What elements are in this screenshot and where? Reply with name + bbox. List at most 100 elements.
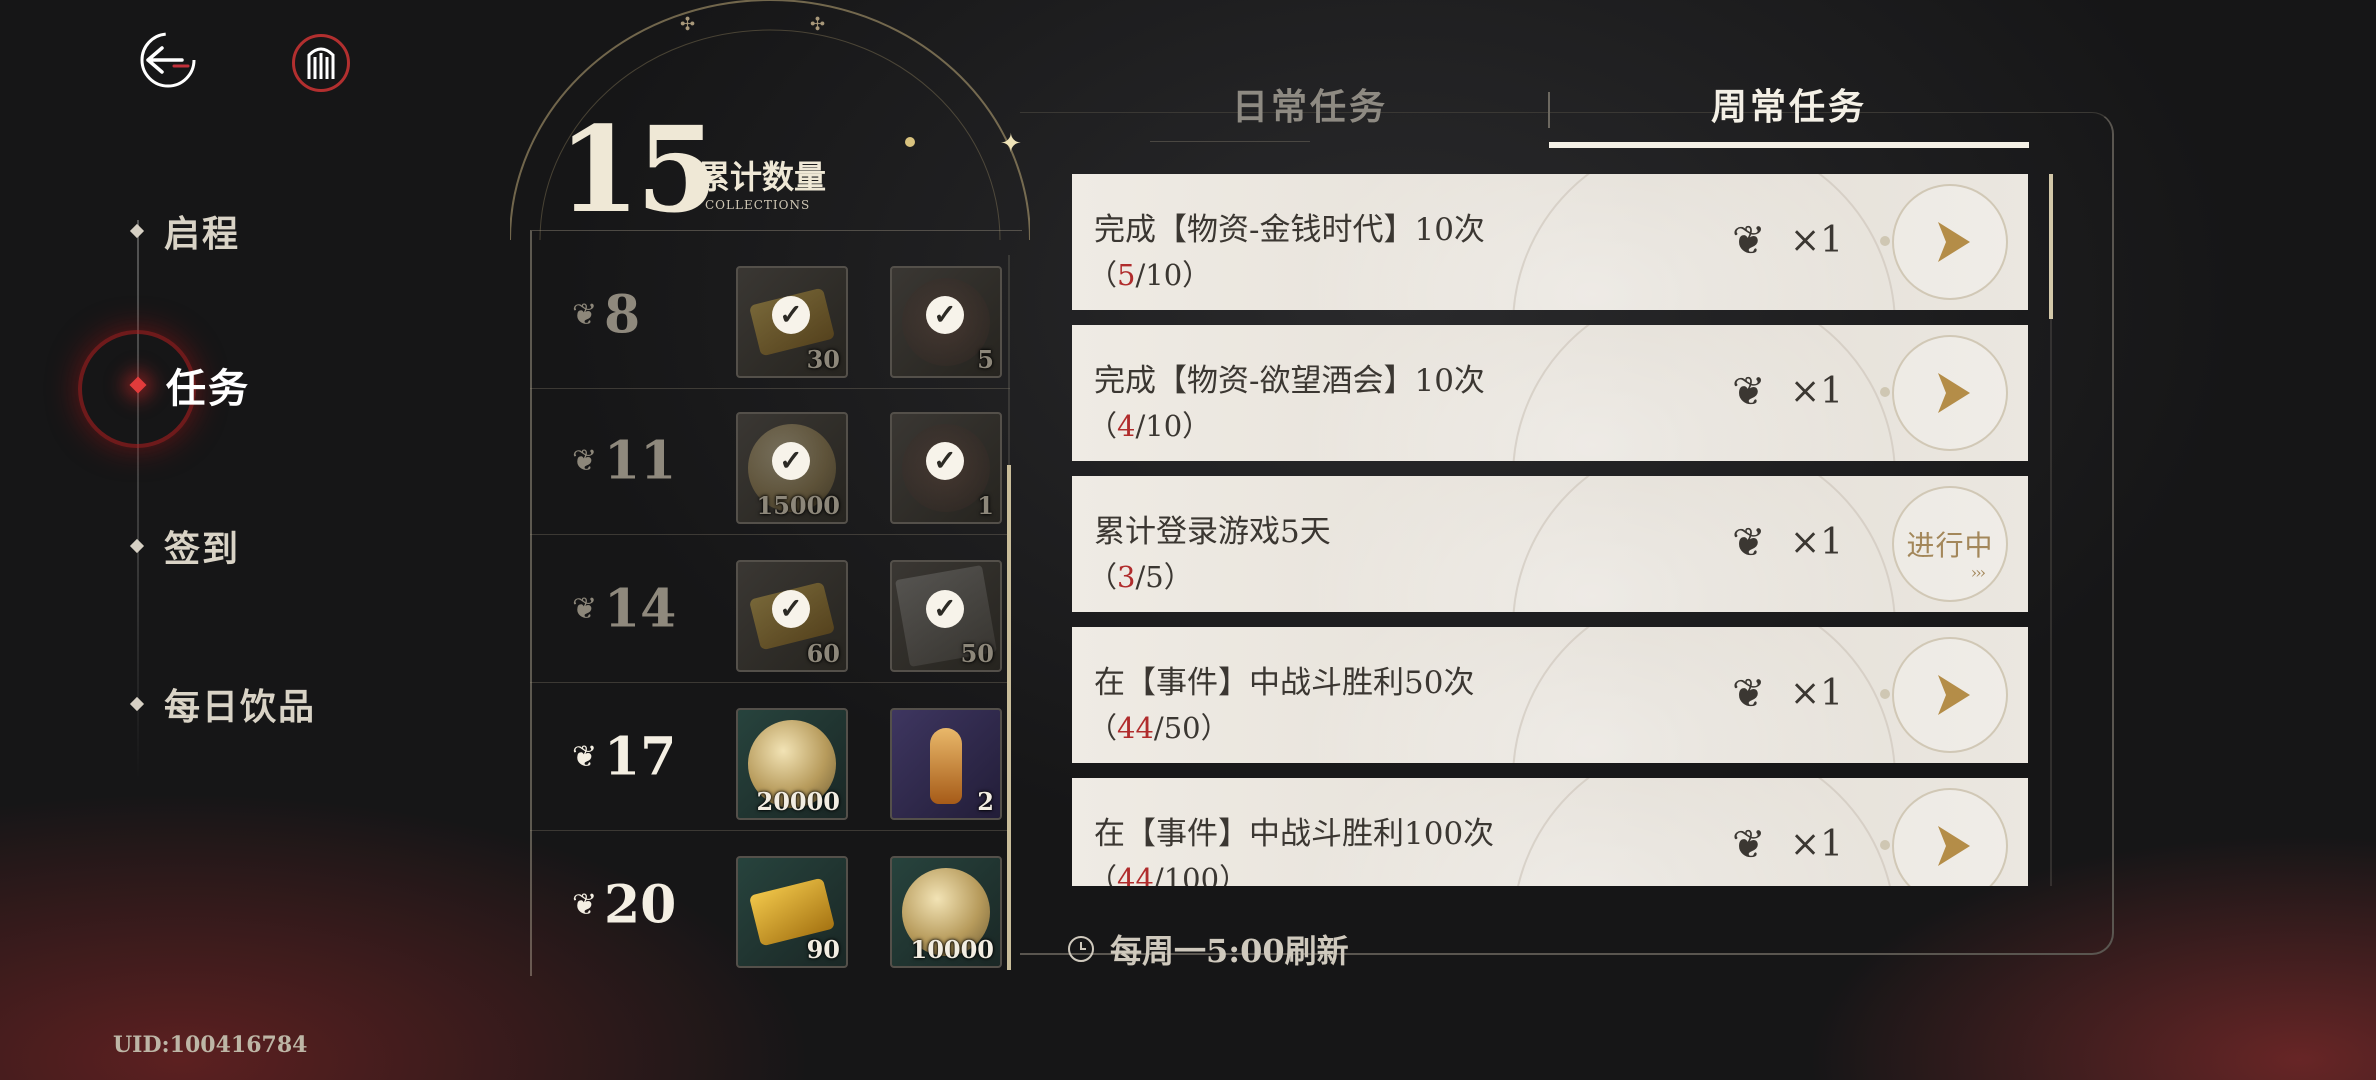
reward-slot[interactable]: ✓ 5 <box>890 266 1002 378</box>
lotus-icon: ❦ <box>572 591 598 627</box>
go-dot <box>1880 236 1890 246</box>
uid-label: UID:100416784 <box>113 1032 308 1058</box>
reward-slot[interactable]: ✓ 30 <box>736 266 848 378</box>
collection-panel: ✦ ✣ ✣ 15 累计数量 COLLECTIONS ❦ 8 ✓ 30 ✓ 5 ❦… <box>500 0 1030 976</box>
reward-slot[interactable]: 90 <box>736 856 848 968</box>
collection-count: 15 <box>558 100 718 239</box>
task-progress-current: 44 <box>1117 862 1154 886</box>
back-arrow-icon[interactable] <box>136 28 200 92</box>
reward-qty: 5 <box>977 345 994 374</box>
nav-item-checkin[interactable]: 签到 <box>128 520 240 572</box>
check-icon: ✓ <box>926 590 964 628</box>
nav-diamond-icon <box>129 538 145 554</box>
nav-item-journey[interactable]: 启程 <box>128 205 240 257</box>
svg-text:✦: ✦ <box>1000 129 1022 159</box>
lotus-token-icon: ❦ <box>1732 369 1766 415</box>
check-icon: ✓ <box>772 296 810 334</box>
nav-diamond-icon <box>129 696 145 712</box>
task-reward-qty: ×1 <box>1790 220 1844 261</box>
task-title: 完成【物资-金钱时代】10次 <box>1094 212 1485 248</box>
collection-sublabel: COLLECTIONS <box>705 198 811 212</box>
status-text: 进行中 <box>1906 529 1994 562</box>
task-card: 在【事件】中战斗胜利50次 （44/50） ❦ ×1 <box>1072 627 2028 763</box>
reward-slot[interactable]: ✓ 15000 <box>736 412 848 524</box>
check-icon: ✓ <box>926 442 964 480</box>
task-progress: （3/5） <box>1088 560 1193 594</box>
tab-weekly-tasks[interactable]: 周常任务 <box>1549 78 2029 130</box>
reward-qty: 15000 <box>756 491 841 520</box>
milestone-scrollbar-thumb[interactable] <box>1007 465 1011 970</box>
nav-label: 每日饮品 <box>164 686 317 728</box>
lotus-token-icon: ❦ <box>1732 218 1766 264</box>
task-progress-total: 50 <box>1163 711 1201 745</box>
go-button[interactable] <box>1892 788 2008 886</box>
task-card: 累计登录游戏5天 （3/5） ❦ ×1 进行中 ››› <box>1072 476 2028 612</box>
task-card: 完成【物资-欲望酒会】10次 （4/10） ❦ ×1 <box>1072 325 2028 461</box>
task-progress-current: 5 <box>1117 258 1136 292</box>
task-progress: （44/50） <box>1088 711 1230 745</box>
reward-slot[interactable]: ✓ 1 <box>890 412 1002 524</box>
tab-daily-tasks[interactable]: 日常任务 <box>1070 78 1550 130</box>
task-progress-total: 5 <box>1145 560 1164 594</box>
tab-daily-underline <box>1150 141 1310 142</box>
milestone-threshold: 11 <box>604 430 677 492</box>
reward-qty: 2 <box>977 787 994 816</box>
nav-item-tasks[interactable]: 任务 <box>128 356 250 414</box>
chevrons-icon: ››› <box>1970 563 1986 582</box>
task-title: 在【事件】中战斗胜利100次 <box>1094 816 1495 852</box>
lotus-icon: ❦ <box>572 443 598 479</box>
milestone-threshold: 20 <box>604 874 677 936</box>
go-arrow-icon <box>1930 222 1970 262</box>
task-card: 完成【物资-金钱时代】10次 （5/10） ❦ ×1 <box>1072 174 2028 310</box>
milestone-threshold: 14 <box>604 578 677 640</box>
milestone-threshold: 17 <box>604 726 677 788</box>
reward-qty: 1 <box>977 491 994 520</box>
nav-item-daily-drink[interactable]: 每日饮品 <box>128 678 316 730</box>
nav-diamond-icon <box>129 223 145 239</box>
reward-qty: 60 <box>806 639 840 668</box>
go-button[interactable] <box>1892 184 2008 300</box>
milestone-row: ❦ 11 ✓ 15000 ✓ 1 <box>530 388 1010 535</box>
go-button[interactable] <box>1892 335 2008 451</box>
reward-slot[interactable]: ✓ 50 <box>890 560 1002 672</box>
refresh-text: 每周一5:00刷新 <box>1110 932 1349 970</box>
go-dot <box>1880 689 1890 699</box>
task-title: 在【事件】中战斗胜利50次 <box>1094 665 1475 701</box>
check-icon: ✓ <box>772 442 810 480</box>
reward-slot[interactable]: 20000 <box>736 708 848 820</box>
task-progress-current: 4 <box>1117 409 1136 443</box>
task-progress: （5/10） <box>1088 258 1212 292</box>
lotus-token-icon: ❦ <box>1732 671 1766 717</box>
game-logo-icon[interactable] <box>292 34 350 92</box>
reward-slot[interactable]: 2 <box>890 708 1002 820</box>
collection-label: 累计数量 <box>698 158 827 196</box>
task-card: 在【事件】中战斗胜利100次 （44/100） ❦ ×1 <box>1072 778 2028 886</box>
check-icon: ✓ <box>772 590 810 628</box>
task-scrollbar-thumb[interactable] <box>2049 174 2053 319</box>
task-progress: （44/100） <box>1088 856 1248 886</box>
reward-qty: 30 <box>806 345 840 374</box>
reward-qty: 50 <box>960 639 994 668</box>
task-title: 完成【物资-欲望酒会】10次 <box>1094 363 1485 399</box>
refresh-info: 每周一5:00刷新 <box>1068 926 1349 972</box>
milestone-row: ❦ 17 20000 2 <box>530 684 1010 831</box>
reward-slot[interactable]: 10000 <box>890 856 1002 968</box>
go-arrow-icon <box>1930 675 1970 715</box>
go-dot <box>1880 840 1890 850</box>
go-button[interactable] <box>1892 637 2008 753</box>
tab-active-underline <box>1549 142 2029 148</box>
reward-qty: 10000 <box>910 935 995 964</box>
task-progress-total: 10 <box>1145 409 1183 443</box>
nav-label: 任务 <box>166 365 250 412</box>
nav-label: 启程 <box>164 213 241 255</box>
task-list[interactable]: 完成【物资-金钱时代】10次 （5/10） ❦ ×1 完成【物资-欲望酒会】10… <box>1072 174 2028 886</box>
lotus-token-icon: ❦ <box>1732 822 1766 868</box>
milestone-row: ❦ 14 ✓ 60 ✓ 50 <box>530 536 1010 683</box>
task-progress-current: 44 <box>1117 711 1154 745</box>
in-progress-status: 进行中 ››› <box>1892 486 2008 602</box>
reward-qty: 90 <box>806 935 840 964</box>
milestone-threshold: 8 <box>604 284 641 346</box>
reward-slot[interactable]: ✓ 60 <box>736 560 848 672</box>
task-reward-qty: ×1 <box>1790 522 1844 563</box>
go-arrow-icon <box>1930 373 1970 413</box>
